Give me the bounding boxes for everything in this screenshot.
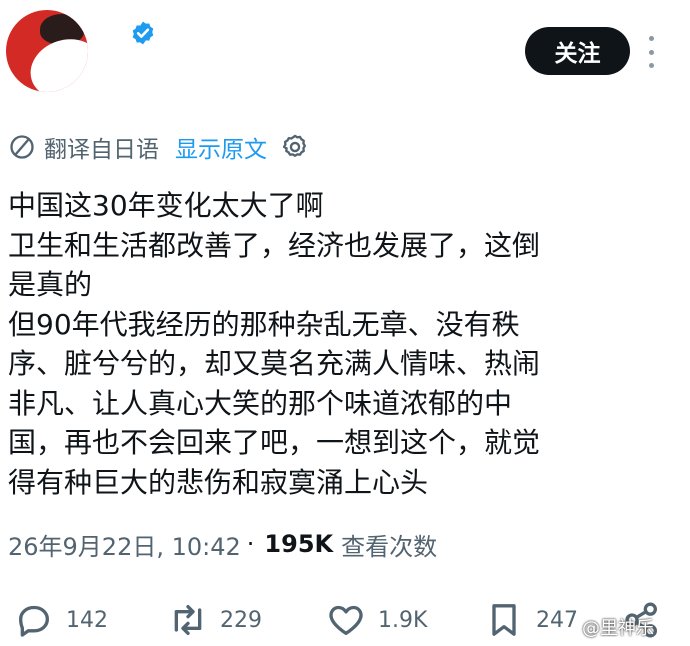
reply-icon: [19, 605, 49, 637]
translate-icon: [10, 135, 34, 159]
tweet-text-line: 中国这30年变化太大了啊: [8, 189, 324, 222]
watermark: @里神乐: [582, 618, 654, 639]
translation-bar: 翻译自日语 显示原文: [8, 130, 309, 164]
like-count: 1.9K: [378, 607, 428, 633]
views-count: 195K: [264, 530, 334, 558]
reply-button[interactable]: 142: [14, 600, 108, 640]
tweet-text-line: 得有种巨大的悲伤和寂寞涌上心头: [8, 465, 429, 499]
bookmark-count: 247: [536, 607, 578, 633]
retweet-count: 229: [220, 607, 262, 633]
retweet-button[interactable]: 229: [168, 600, 262, 640]
retweet-icon: [174, 605, 202, 635]
tweet-text-line: 序、脏兮兮的，却又莫名充满人情味、热闹: [8, 347, 541, 380]
tweet-meta: 26年9月22日, 10:42 · 195K 查看次数: [8, 526, 437, 562]
tweet-text-line: 非凡、让人真心大笑的那个味道浓郁的中: [8, 386, 513, 420]
tweet-text: 中国这30年变化太大了啊 卫生和生活都改善了，经济也发展了，这倒 是真的 但90…: [8, 186, 678, 502]
tweet-text-line: 国，再也不会回来了吧，一想到这个，就觉: [8, 426, 541, 459]
bookmark-button[interactable]: 247: [484, 600, 578, 640]
timestamp[interactable]: 26年9月22日, 10:42: [8, 527, 241, 562]
gear-icon[interactable]: [281, 133, 309, 161]
views-label: 查看次数: [341, 532, 438, 561]
meta-separator: ·: [246, 530, 255, 558]
like-button[interactable]: 1.9K: [326, 600, 427, 640]
verified-badge-icon: [132, 21, 154, 45]
tweet-text-line: 但90年代我经历的那种杂乱无章、没有秩: [8, 307, 520, 341]
heart-icon: [329, 605, 363, 635]
show-original-link[interactable]: 显示原文: [175, 130, 267, 164]
tweet-header: 关注: [0, 0, 690, 110]
follow-button[interactable]: 关注: [525, 27, 630, 75]
reply-count: 142: [66, 607, 108, 633]
avatar[interactable]: [6, 10, 88, 92]
tweet-text-line: 是真的: [8, 268, 93, 301]
bookmark-icon: [492, 604, 516, 636]
more-vertical-icon[interactable]: [644, 36, 658, 68]
tweet-text-line: 卫生和生活都改善了，经济也发展了，这倒: [8, 228, 541, 262]
translation-label: 翻译自日语: [44, 137, 159, 163]
